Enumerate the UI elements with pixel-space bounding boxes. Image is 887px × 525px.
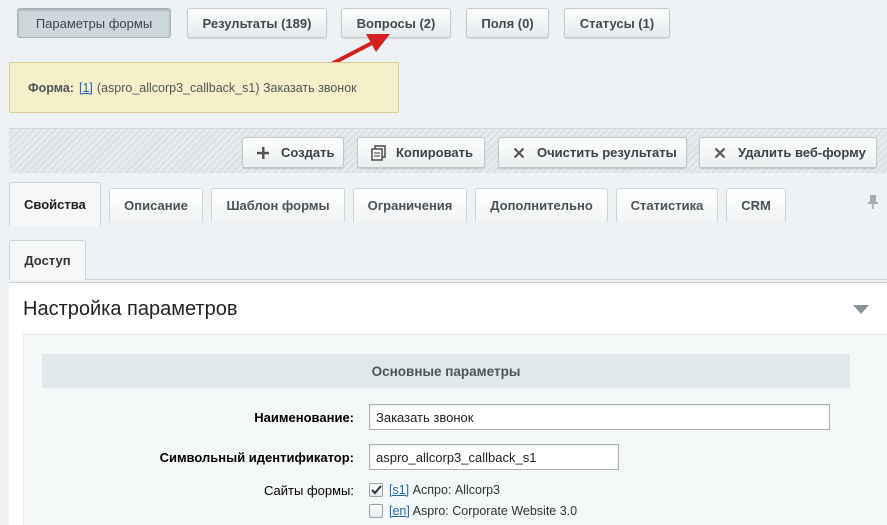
- site-s1-name: Аспро: Allcorp3: [412, 483, 501, 497]
- panel-title: Настройка параметров: [23, 298, 238, 320]
- site-en-link[interactable]: [en]: [389, 504, 410, 518]
- tab-fields[interactable]: Поля (0): [466, 8, 549, 38]
- clear-results-button[interactable]: Очистить результаты: [498, 137, 687, 168]
- delete-form-button[interactable]: Удалить веб-форму: [699, 137, 877, 168]
- site-en-checkbox[interactable]: [369, 504, 383, 518]
- site-s1: [s1] Аспро: Allcorp3: [389, 483, 500, 497]
- name-label: Наименование:: [254, 410, 354, 425]
- site-en: [en] Aspro: Corporate Website 3.0: [389, 504, 577, 518]
- tab-access[interactable]: Доступ: [9, 240, 86, 280]
- action-toolbar: Создать Копировать Очистить результаты У…: [9, 128, 887, 173]
- top-tab-bar: Параметры формы Результаты (189) Вопросы…: [0, 0, 887, 52]
- form-info-note: Форма: [1] (aspro_allcorp3_callback_s1) …: [9, 62, 399, 113]
- name-input[interactable]: [369, 404, 830, 430]
- delete-form-label: Удалить веб-форму: [738, 145, 866, 160]
- tab-form-parameters[interactable]: Параметры формы: [17, 8, 171, 38]
- settings-tabs-row2: Доступ: [9, 232, 887, 280]
- pin-icon[interactable]: [867, 194, 879, 213]
- tab-statuses[interactable]: Статусы (1): [564, 8, 670, 38]
- copy-icon: [370, 144, 386, 161]
- settings-panel: Настройка параметров Основные параметры …: [9, 282, 887, 525]
- plus-icon: [255, 146, 271, 160]
- section-header: Основные параметры: [42, 354, 850, 388]
- tab-description[interactable]: Описание: [109, 188, 203, 222]
- site-s1-checkbox[interactable]: [369, 483, 383, 497]
- form-label: Форма:: [28, 80, 74, 95]
- settings-tabs: Свойства Описание Шаблон формы Ограничен…: [9, 178, 887, 226]
- triangle-down-icon[interactable]: [853, 305, 869, 314]
- create-label: Создать: [281, 145, 335, 160]
- clear-results-label: Очистить результаты: [537, 145, 677, 160]
- close-icon: [511, 147, 527, 159]
- tab-additional[interactable]: Дополнительно: [475, 188, 608, 222]
- create-button[interactable]: Создать: [242, 137, 344, 168]
- copy-button[interactable]: Копировать: [357, 137, 485, 168]
- site-en-name: Aspro: Corporate Website 3.0: [412, 504, 578, 518]
- site-s1-link[interactable]: [s1]: [389, 483, 409, 497]
- sites-label: Сайты формы:: [264, 483, 354, 498]
- tab-crm[interactable]: CRM: [726, 188, 786, 222]
- form-id-link[interactable]: [1]: [79, 81, 93, 95]
- close-icon: [712, 147, 728, 159]
- tab-restrictions[interactable]: Ограничения: [353, 188, 467, 222]
- form-code-name: (aspro_allcorp3_callback_s1) Заказать зв…: [96, 80, 357, 95]
- tab-properties[interactable]: Свойства: [9, 182, 101, 226]
- code-input[interactable]: [369, 444, 619, 470]
- copy-label: Копировать: [396, 145, 474, 160]
- tab-statistics[interactable]: Статистика: [616, 188, 718, 222]
- tab-form-template[interactable]: Шаблон формы: [211, 188, 345, 222]
- code-label: Символьный идентификатор:: [159, 450, 354, 465]
- panel-body: Основные параметры Наименование: Символь…: [23, 334, 887, 525]
